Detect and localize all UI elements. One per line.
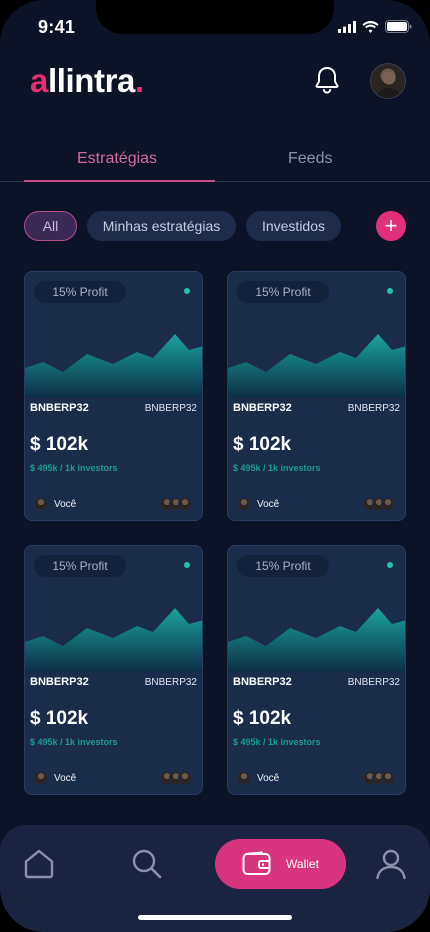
owner-avatar xyxy=(34,771,48,785)
strategy-code: BNBERP32 xyxy=(144,677,197,688)
strategy-card[interactable]: 15% Profit BNBERP32 BNBERP32 $ 102k $ 49… xyxy=(227,545,406,795)
investor-avatars xyxy=(363,497,395,511)
plus-icon: + xyxy=(384,213,398,238)
wallet-icon xyxy=(242,851,271,875)
strategy-investors-summary: $ 495k / 1k investors xyxy=(30,463,118,473)
strategy-name: BNBERP32 xyxy=(233,676,292,688)
investor-avatars xyxy=(363,771,395,785)
performance-chart xyxy=(228,334,405,398)
status-icons xyxy=(338,20,412,33)
status-time: 9:41 xyxy=(38,17,76,37)
investor-avatar xyxy=(178,771,192,785)
strategy-card[interactable]: 15% Profit BNBERP32 BNBERP32 $ 102k $ 49… xyxy=(24,545,203,795)
investor-avatar xyxy=(178,497,192,511)
owner-label: Você xyxy=(54,498,77,510)
strategy-amount: $ 102k xyxy=(233,434,292,455)
avatar-photo xyxy=(376,71,402,98)
status-dot xyxy=(387,288,393,294)
status-dot xyxy=(184,562,190,568)
allintra-logo: allintra. xyxy=(30,62,144,99)
strategy-amount: $ 102k xyxy=(30,434,89,455)
profit-badge: 15% Profit xyxy=(34,281,126,303)
filter-investidos[interactable]: Investidos xyxy=(246,211,341,241)
status-dot xyxy=(184,288,190,294)
strategy-name: BNBERP32 xyxy=(30,676,89,688)
device-notch xyxy=(96,0,334,34)
signal-icon xyxy=(338,20,356,33)
active-tab-indicator xyxy=(24,180,215,182)
search-icon[interactable] xyxy=(130,847,164,881)
phone-screen: 9:41 allintra. Estratégias Feeds All Min… xyxy=(0,0,430,932)
app-header: allintra. xyxy=(0,56,430,110)
strategy-name: BNBERP32 xyxy=(233,402,292,414)
investor-avatar xyxy=(381,497,395,511)
strategy-code: BNBERP32 xyxy=(144,403,197,414)
strategy-name: BNBERP32 xyxy=(30,402,89,414)
strategy-owner: Você xyxy=(237,497,279,511)
investor-avatars xyxy=(160,771,192,785)
strategy-code: BNBERP32 xyxy=(347,403,400,414)
strategy-card[interactable]: 15% Profit BNBERP32 BNBERP32 $ 102k $ 49… xyxy=(24,271,203,521)
strategy-owner: Você xyxy=(34,497,76,511)
profile-icon[interactable] xyxy=(374,847,408,881)
strategy-investors-summary: $ 495k / 1k investors xyxy=(233,737,321,747)
bell-icon[interactable] xyxy=(311,64,343,96)
add-strategy-button[interactable]: + xyxy=(376,211,406,241)
profit-badge: 15% Profit xyxy=(34,555,126,577)
profit-badge: 15% Profit xyxy=(237,555,329,577)
owner-avatar xyxy=(237,497,251,511)
filter-all[interactable]: All xyxy=(24,211,77,241)
strategy-investors-summary: $ 495k / 1k investors xyxy=(233,463,321,473)
tab-estrategias[interactable]: Estratégias xyxy=(77,150,157,168)
home-indicator xyxy=(138,915,292,920)
performance-chart xyxy=(228,608,405,672)
owner-label: Você xyxy=(257,772,280,784)
bottom-navigation: Wallet xyxy=(0,825,430,932)
strategy-code: BNBERP32 xyxy=(347,677,400,688)
performance-chart xyxy=(25,608,202,672)
investor-avatar xyxy=(381,771,395,785)
home-icon[interactable] xyxy=(22,847,56,881)
wallet-button[interactable]: Wallet xyxy=(215,839,346,889)
wifi-icon xyxy=(362,20,379,33)
owner-avatar xyxy=(34,497,48,511)
strategy-card[interactable]: 15% Profit BNBERP32 BNBERP32 $ 102k $ 49… xyxy=(227,271,406,521)
strategy-investors-summary: $ 495k / 1k investors xyxy=(30,737,118,747)
owner-label: Você xyxy=(257,498,280,510)
user-avatar[interactable] xyxy=(370,63,406,99)
filter-minhas-estrategias[interactable]: Minhas estratégias xyxy=(87,211,236,241)
wallet-label: Wallet xyxy=(286,857,319,871)
tab-bar: Estratégias Feeds xyxy=(0,138,430,182)
performance-chart xyxy=(25,334,202,398)
strategy-owner: Você xyxy=(237,771,279,785)
status-dot xyxy=(387,562,393,568)
strategy-amount: $ 102k xyxy=(233,708,292,729)
investor-avatars xyxy=(160,497,192,511)
strategy-owner: Você xyxy=(34,771,76,785)
filter-chips: All Minhas estratégias Investidos + xyxy=(24,211,406,241)
battery-icon xyxy=(385,20,412,33)
owner-avatar xyxy=(237,771,251,785)
tab-feeds[interactable]: Feeds xyxy=(288,150,332,168)
owner-label: Você xyxy=(54,772,77,784)
profit-badge: 15% Profit xyxy=(237,281,329,303)
strategy-amount: $ 102k xyxy=(30,708,89,729)
